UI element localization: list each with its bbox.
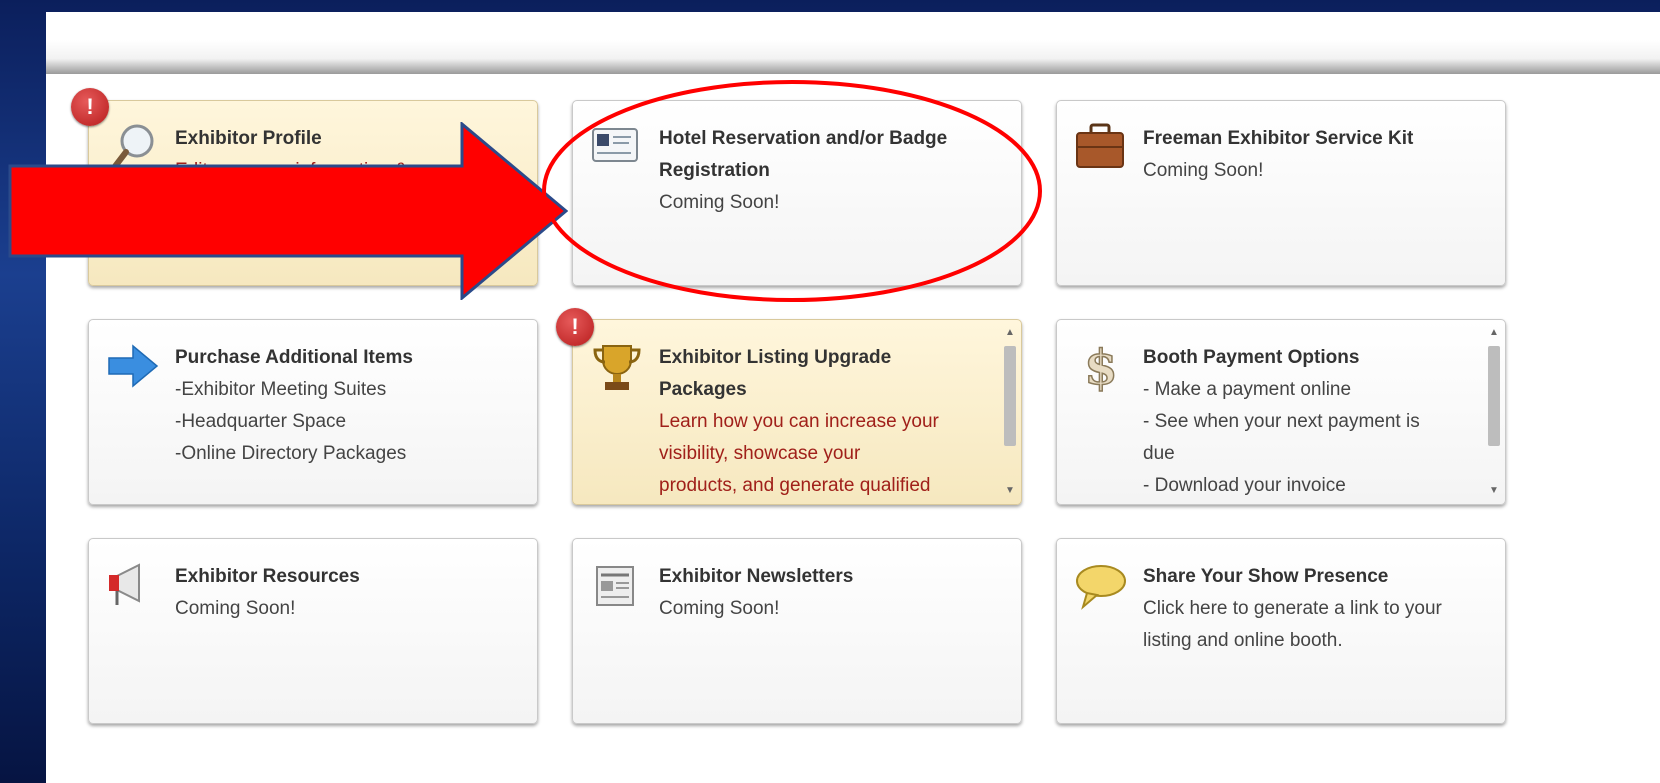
description-line: - Make a payment online bbox=[1143, 379, 1352, 400]
briefcase-icon bbox=[1076, 123, 1124, 168]
description-line: Click here to generate a link to your bbox=[1143, 598, 1442, 619]
title-line: Packages bbox=[659, 379, 747, 400]
svg-text:$: $ bbox=[1084, 340, 1117, 394]
tile-description: Coming Soon! bbox=[659, 593, 997, 625]
tile-title: Exhibitor Resources bbox=[175, 566, 360, 587]
tile-description: Coming Soon! bbox=[1143, 155, 1481, 187]
tile-exhibitor-resources[interactable]: Exhibitor Resources Coming Soon! bbox=[88, 538, 538, 724]
tile-exhibitor-newsletters[interactable]: Exhibitor Newsletters Coming Soon! bbox=[572, 538, 1022, 724]
tile-share-show-presence[interactable]: Share Your Show Presence Click here to g… bbox=[1056, 538, 1506, 724]
description-line: Learn how you can increase your bbox=[659, 411, 939, 432]
dollar-sign-icon: $ bbox=[1084, 339, 1119, 394]
newspaper-icon bbox=[596, 566, 634, 606]
tile-description: Coming Soon! bbox=[175, 593, 513, 625]
description-line: Coming Soon! bbox=[175, 598, 296, 619]
alert-badge: ! bbox=[71, 88, 109, 126]
tile-purchase-additional-items[interactable]: Purchase Additional Items -Exhibitor Mee… bbox=[88, 319, 538, 505]
tile-freeman-service-kit[interactable]: Freeman Exhibitor Service Kit Coming Soo… bbox=[1056, 100, 1506, 286]
scroll-up-icon[interactable]: ▲ bbox=[1485, 326, 1503, 340]
tile-title: Purchase Additional Items bbox=[175, 347, 413, 368]
description-line: - See when your next payment is bbox=[1143, 411, 1420, 432]
tile-scrollbar[interactable]: ▲ ▼ bbox=[1485, 326, 1503, 498]
tile-description: - Make a payment online - See when your … bbox=[1143, 374, 1481, 502]
description-line: due bbox=[1143, 443, 1175, 464]
right-arrow-icon bbox=[108, 344, 159, 388]
scroll-up-icon[interactable]: ▲ bbox=[1001, 326, 1019, 340]
megaphone-icon bbox=[109, 563, 140, 605]
speech-bubble-icon bbox=[1076, 565, 1126, 610]
description-line: products, and generate qualified bbox=[659, 475, 931, 496]
description-line: - Download your invoice bbox=[1143, 475, 1346, 496]
description-line: -Headquarter Space bbox=[175, 411, 347, 432]
tile-scrollbar[interactable]: ▲ ▼ bbox=[1001, 326, 1019, 498]
description-line: -Exhibitor Meeting Suites bbox=[175, 379, 387, 400]
description-line: Coming Soon! bbox=[1143, 160, 1264, 181]
tile-title: Exhibitor Listing Upgrade Packages bbox=[659, 342, 997, 406]
red-ellipse-annotation bbox=[542, 80, 1042, 302]
tile-title: Freeman Exhibitor Service Kit bbox=[1143, 128, 1414, 149]
description-line: -Online Directory Packages bbox=[175, 443, 407, 464]
header-bar bbox=[46, 40, 1660, 74]
alert-badge: ! bbox=[556, 308, 594, 346]
red-arrow-annotation bbox=[8, 122, 568, 300]
tile-title: Exhibitor Newsletters bbox=[659, 566, 854, 587]
tile-description: -Exhibitor Meeting Suites -Headquarter S… bbox=[175, 374, 513, 470]
tile-description: Click here to generate a link to your li… bbox=[1143, 593, 1481, 657]
description-line: visibility, showcase your bbox=[659, 443, 861, 464]
tile-description: Learn how you can increase your visibili… bbox=[659, 406, 997, 502]
trophy-icon bbox=[593, 345, 641, 390]
description-line: listing and online booth. bbox=[1143, 630, 1343, 651]
scroll-down-icon[interactable]: ▼ bbox=[1485, 484, 1503, 498]
scroll-thumb[interactable] bbox=[1004, 346, 1016, 446]
scroll-down-icon[interactable]: ▼ bbox=[1001, 484, 1019, 498]
tile-listing-upgrade-packages[interactable]: Exhibitor Listing Upgrade Packages Learn… bbox=[572, 319, 1022, 505]
tile-title: Booth Payment Options bbox=[1143, 347, 1360, 368]
scroll-thumb[interactable] bbox=[1488, 346, 1500, 446]
title-line: Exhibitor Listing Upgrade bbox=[659, 347, 892, 368]
tile-booth-payment-options[interactable]: $ Booth Payment Options - Make a payment… bbox=[1056, 319, 1506, 505]
description-line: Coming Soon! bbox=[659, 598, 780, 619]
tile-title: Share Your Show Presence bbox=[1143, 566, 1389, 587]
